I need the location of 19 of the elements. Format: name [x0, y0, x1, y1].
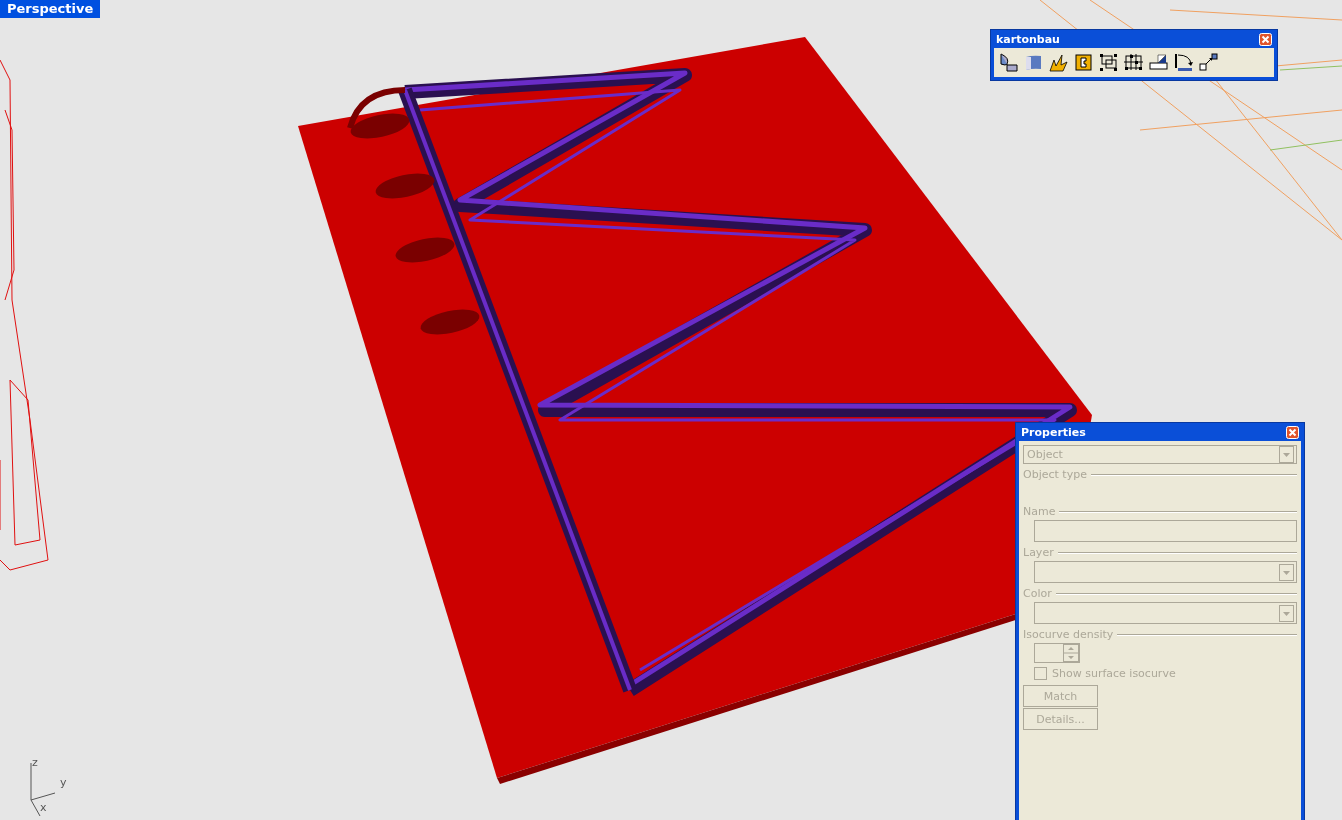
scale-arrow-icon[interactable]: [1198, 51, 1220, 74]
section-label: Name: [1023, 505, 1056, 518]
window-title: Properties: [1021, 425, 1086, 439]
surface-icon[interactable]: [998, 51, 1020, 74]
checkbox-label: Show surface isocurve: [1052, 667, 1176, 680]
bracket-icon[interactable]: [1073, 51, 1095, 74]
axis-label: z: [32, 756, 38, 769]
axis-label: y: [60, 776, 67, 789]
section-label: Object type: [1023, 468, 1087, 481]
curve-arrow-icon[interactable]: [1173, 51, 1195, 74]
section-label: Isocurve density: [1023, 628, 1114, 641]
close-icon[interactable]: [1259, 32, 1272, 46]
window-title: kartonbau: [996, 32, 1060, 46]
section-label: Color: [1023, 587, 1052, 600]
viewport-label[interactable]: Perspective: [0, 0, 101, 18]
frame-points-icon[interactable]: [1098, 51, 1120, 74]
spinner-arrows-icon: [1063, 644, 1079, 662]
axis-label: x: [40, 801, 47, 814]
section-label: Layer: [1023, 546, 1054, 559]
